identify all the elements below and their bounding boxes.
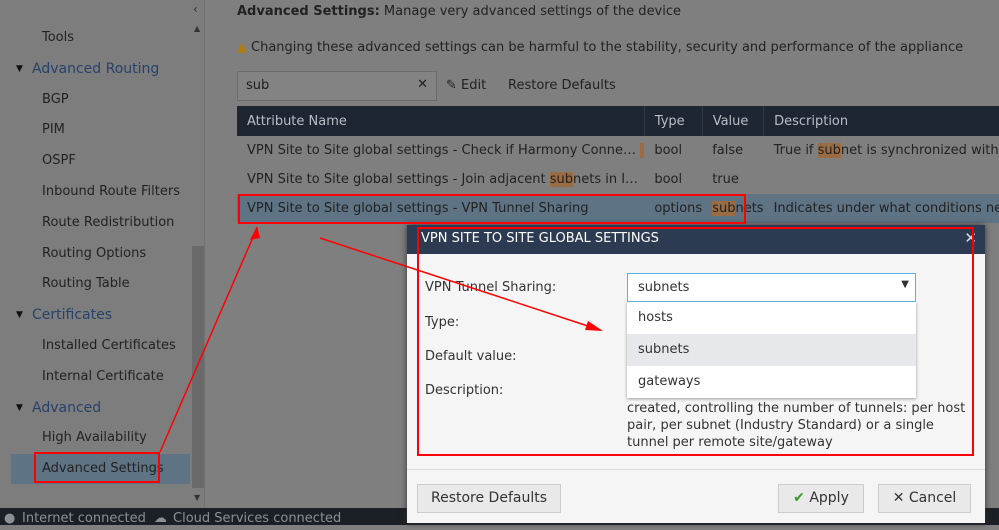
tunnel-sharing-select[interactable]: subnets ▼ — [627, 273, 916, 302]
attribute-name: VPN Site to Site global settings - VPN T… — [237, 194, 645, 223]
table-row[interactable]: VPN Site to Site global settings - Check… — [237, 136, 999, 165]
cloud-status: Cloud Services connected — [173, 511, 342, 526]
restore-defaults-link[interactable]: Restore Defaults — [508, 78, 616, 93]
sidebar-item-advanced-settings[interactable]: Advanced Settings — [11, 454, 190, 485]
search-input[interactable]: sub ✕ — [237, 71, 437, 101]
sidebar-item-route-redistribution[interactable]: Route Redistribution — [0, 208, 190, 238]
value-cell: false — [712, 143, 744, 158]
settings-dialog: VPN SITE TO SITE GLOBAL SETTINGS ✕ VPN T… — [407, 225, 985, 523]
cancel-button[interactable]: ✕ Cancel — [878, 484, 971, 513]
sidebar-group-advanced-routing[interactable]: ▼ Advanced Routing — [0, 54, 190, 84]
check-icon: ✔ — [793, 490, 805, 506]
column-header-value[interactable]: Value — [702, 106, 765, 136]
sidebar-item-label: Routing Options — [42, 245, 147, 261]
type-label: Type: — [425, 315, 460, 330]
sidebar-item-tools[interactable]: Tools — [0, 23, 190, 53]
sidebar-item-label: Installed Certificates — [42, 338, 176, 353]
column-header-description[interactable]: Description — [763, 106, 999, 136]
option-subnets[interactable]: subnets — [627, 334, 916, 366]
sidebar-item-label: OSPF — [42, 153, 76, 169]
sidebar-item-label: Advanced — [32, 399, 102, 416]
sidebar-group-advanced[interactable]: ▼ Advanced — [0, 393, 190, 423]
sidebar-group-certificates[interactable]: ▼ Certificates — [0, 300, 190, 330]
type-cell: options — [644, 194, 703, 223]
cloud-icon: ☁ — [154, 511, 167, 526]
sidebar-item-label: PIM — [42, 122, 65, 138]
pencil-icon: ✎ — [446, 78, 457, 93]
sidebar-item-high-availability[interactable]: High Availability — [0, 423, 190, 453]
sidebar-item-pim[interactable]: PIM — [0, 115, 190, 145]
option-hosts[interactable]: hosts — [627, 302, 916, 334]
sidebar-item-bgp[interactable]: BGP — [0, 85, 190, 115]
sidebar-scrollbar[interactable] — [192, 246, 204, 488]
sidebar-item-label: Advanced Settings — [42, 461, 164, 477]
sidebar-item-routing-table[interactable]: Routing Table — [0, 269, 190, 299]
dialog-title: VPN SITE TO SITE GLOBAL SETTINGS — [407, 225, 985, 254]
sidebar-item-installed-certificates[interactable]: Installed Certificates — [0, 331, 190, 361]
caret-down-icon: ▼ — [16, 63, 23, 74]
scroll-up-icon[interactable]: ▲ — [194, 24, 200, 33]
column-header-attribute[interactable]: Attribute Name — [237, 106, 645, 136]
settings-table: Attribute Name Type Value Description VP… — [237, 106, 999, 223]
value-cell: subnets — [702, 194, 764, 223]
scroll-down-icon[interactable]: ▼ — [194, 493, 200, 502]
restore-defaults-button[interactable]: Restore Defaults — [417, 484, 561, 513]
description-cell: Indicates under what conditions new — [763, 194, 999, 223]
sidebar-item-internal-certificate[interactable]: Internal Certificate — [0, 362, 190, 392]
internet-status: Internet connected — [22, 511, 146, 526]
sidebar-item-label: High Availability — [42, 430, 147, 446]
dropdown-list: hosts subnets gateways — [627, 302, 916, 398]
sidebar-item-ospf[interactable]: OSPF — [0, 146, 190, 176]
globe-icon: ● — [4, 511, 16, 526]
sidebar-item-label: Certificates — [32, 307, 113, 324]
sidebar-item-label: Route Redistribution — [42, 214, 175, 230]
default-value-label: Default value: — [425, 349, 517, 364]
x-icon: ✕ — [892, 490, 905, 506]
description-label: Description: — [425, 383, 504, 398]
attribute-name: VPN Site to Site global settings - Join … — [247, 172, 639, 187]
type-cell: bool — [654, 143, 683, 158]
column-header-type[interactable]: Type — [644, 106, 703, 136]
sidebar: ‹ ▲ ▼ Tools ▼ Advanced Routing BGP PIM OSPF In… — [0, 0, 205, 508]
dialog-divider — [407, 469, 985, 470]
type-cell: bool — [654, 172, 683, 187]
apply-button[interactable]: ✔ Apply — [778, 484, 864, 513]
option-gateways[interactable]: gateways — [627, 366, 916, 398]
collapse-sidebar-icon[interactable]: ‹ — [193, 2, 198, 16]
sidebar-item-label: Tools — [42, 30, 75, 45]
chevron-down-icon[interactable]: ▼ — [901, 279, 909, 290]
value-cell: true — [712, 172, 739, 187]
sidebar-item-label: Inbound Route Filters — [42, 184, 180, 199]
warning-message: ▲ Changing these advanced settings can be… — [237, 40, 964, 55]
sharing-label: VPN Tunnel Sharing: — [425, 280, 557, 295]
page-title: Advanced Settings: Manage very advanced … — [237, 4, 682, 19]
sidebar-item-label: Advanced Routing — [32, 60, 160, 77]
close-icon[interactable]: ✕ — [964, 229, 977, 247]
table-row[interactable]: VPN Site to Site global settings - Join … — [237, 165, 999, 194]
sidebar-item-label: Internal Certificate — [42, 368, 164, 384]
sidebar-item-label: BGP — [42, 91, 69, 107]
description-text: created, controlling the number of tunne… — [627, 401, 966, 450]
warning-icon: ▲ — [237, 40, 247, 55]
sidebar-item-routing-options[interactable]: Routing Options — [0, 239, 190, 269]
sidebar-item-inbound-route-filters[interactable]: Inbound Route Filters — [0, 177, 190, 207]
edit-button[interactable]: ✎ Edit — [446, 78, 486, 93]
clear-search-icon[interactable]: ✕ — [417, 77, 428, 92]
description-cell: True if subnet is synchronized with I — [773, 143, 999, 158]
caret-down-icon: ▼ — [16, 310, 23, 321]
description-cell — [764, 165, 999, 194]
table-row-selected[interactable]: VPN Site to Site global settings - VPN T… — [237, 194, 999, 223]
sidebar-item-label: Routing Table — [42, 276, 130, 292]
attribute-name: VPN Site to Site global settings - Check… — [237, 136, 645, 165]
caret-down-icon: ▼ — [16, 402, 23, 413]
